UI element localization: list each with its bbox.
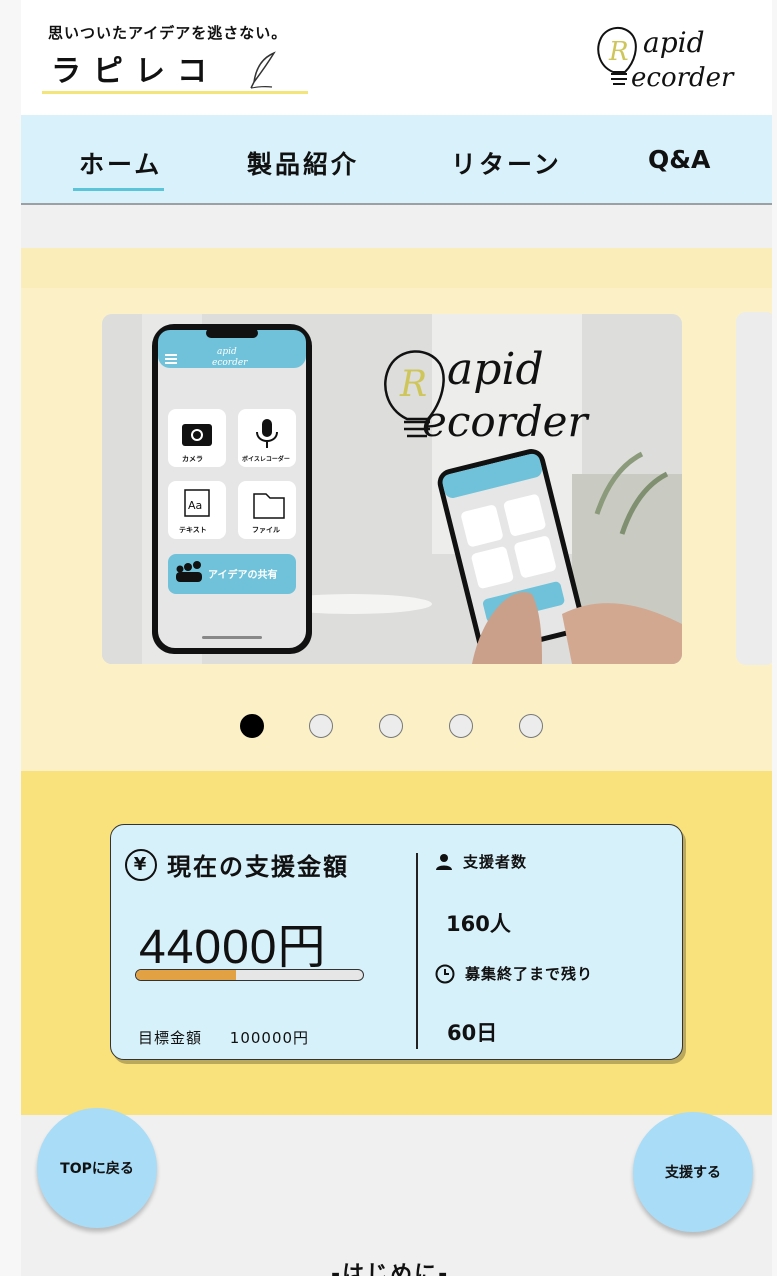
svg-text:Aa: Aa xyxy=(188,499,202,512)
phone-mockup-large: apid ecorder Aa カメラ ボイスレコーダー テキスト ファイル ア… xyxy=(152,324,312,654)
nav-returns[interactable]: リターン xyxy=(451,145,562,181)
brand-logo-line2: ecorder xyxy=(631,63,735,93)
right-gutter xyxy=(772,0,777,1276)
funding-title-text: 現在の支援金額 xyxy=(167,853,349,881)
remaining-label: 募集終了まで残り xyxy=(435,963,593,984)
camera-icon xyxy=(182,424,212,446)
carousel-dot-3[interactable] xyxy=(379,714,403,738)
remaining-value: 60日 xyxy=(447,1021,498,1045)
brand-logo[interactable]: R apid ecorder xyxy=(591,14,741,94)
page-frame: 思いついたアイデアを逃さない。 ラピレコ R apid ecorder ホーム … xyxy=(21,0,772,1276)
supporters-label-text: 支援者数 xyxy=(463,853,528,871)
svg-text:apid: apid xyxy=(217,347,237,357)
svg-text:カメラ: カメラ xyxy=(182,455,203,463)
svg-text:ecorder: ecorder xyxy=(212,358,248,368)
svg-text:テキスト: テキスト xyxy=(179,526,207,534)
carousel-dot-2[interactable] xyxy=(309,714,333,738)
carousel-dot-1[interactable] xyxy=(240,714,264,738)
svg-text:アイデアの共有: アイデアの共有 xyxy=(208,568,278,581)
carousel-dot-5[interactable] xyxy=(519,714,543,738)
quill-icon xyxy=(250,51,276,89)
brand-logo-line1: apid xyxy=(643,26,705,59)
carousel-top-strip xyxy=(21,248,772,288)
site-header: 思いついたアイデアを逃さない。 ラピレコ R apid ecorder xyxy=(21,0,772,115)
tagline: 思いついたアイデアを逃さない。 xyxy=(48,24,288,42)
brand-logo-letter: R xyxy=(608,37,629,67)
remaining-label-text: 募集終了まで残り xyxy=(465,965,594,983)
svg-text:ボイスレコーダー: ボイスレコーダー xyxy=(242,455,290,463)
nav-qa[interactable]: Q&A xyxy=(648,145,710,174)
clock-icon xyxy=(435,964,455,983)
support-button[interactable]: 支援する xyxy=(633,1112,753,1232)
slide-image: apid ecorder Aa カメラ ボイスレコーダー テキスト ファイル ア… xyxy=(102,314,682,664)
funding-title: ¥ 現在の支援金額 xyxy=(125,847,349,882)
funding-goal: 目標金額 100000円 xyxy=(138,1027,309,1048)
supporters-value: 160人 xyxy=(446,912,511,936)
person-icon xyxy=(436,853,452,870)
nav-home[interactable]: ホーム xyxy=(72,145,165,191)
funding-progress-bar xyxy=(135,969,364,981)
carousel-dot-4[interactable] xyxy=(449,714,473,738)
supporters-label: 支援者数 xyxy=(435,851,527,872)
intro-heading: -はじめに- xyxy=(331,1262,450,1276)
svg-text:ecorder: ecorder xyxy=(422,397,590,446)
nav-products[interactable]: 製品紹介 xyxy=(247,145,359,181)
left-gutter xyxy=(0,0,21,1276)
funding-goal-label: 目標金額 xyxy=(138,1029,203,1047)
svg-text:ファイル: ファイル xyxy=(252,526,280,534)
funding-amount: 44000円 xyxy=(139,921,327,974)
funding-divider xyxy=(416,853,418,1049)
logo-underline xyxy=(42,91,308,94)
back-to-top-button[interactable]: TOPに戻る xyxy=(37,1108,157,1228)
svg-text:apid: apid xyxy=(447,344,544,395)
carousel-next-slide-peek[interactable] xyxy=(736,312,772,665)
carousel-slide[interactable]: apid ecorder Aa カメラ ボイスレコーダー テキスト ファイル ア… xyxy=(102,314,682,664)
funding-card: ¥ 現在の支援金額 44000円 目標金額 100000円 支援者数 160人 … xyxy=(110,824,683,1060)
main-nav: ホーム 製品紹介 リターン Q&A xyxy=(21,115,772,205)
yen-icon: ¥ xyxy=(125,848,157,881)
site-logo-text[interactable]: ラピレコ xyxy=(51,46,219,90)
funding-progress-fill xyxy=(136,970,236,980)
funding-goal-value: 100000円 xyxy=(229,1029,310,1047)
